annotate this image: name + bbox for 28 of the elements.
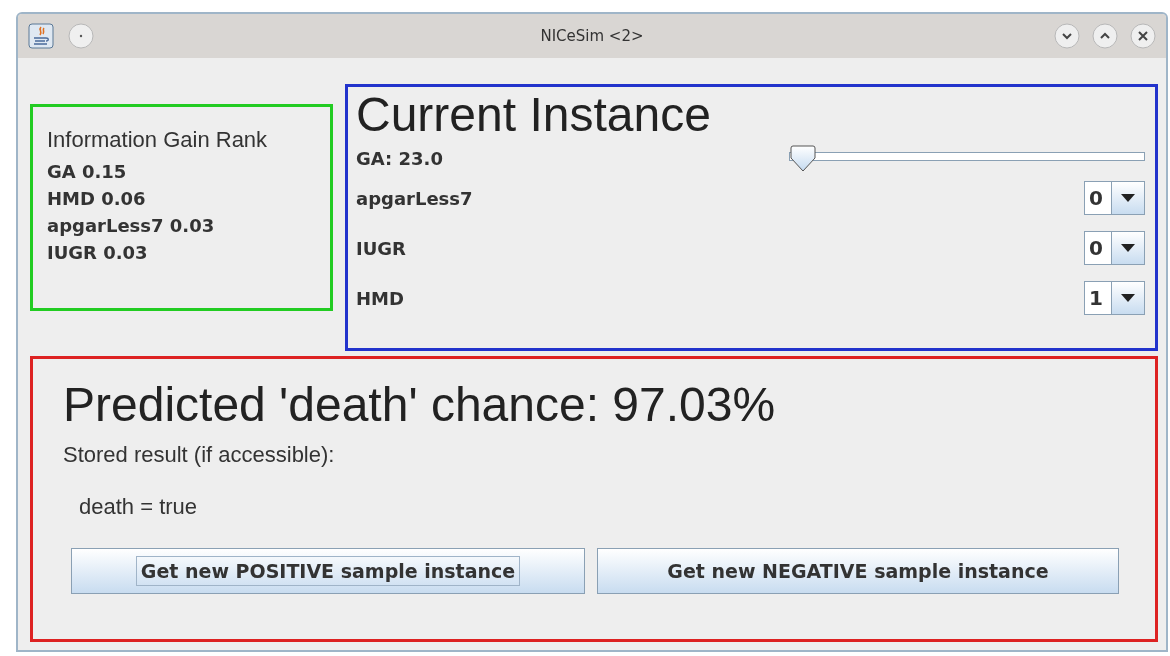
prediction-headline: Predicted 'death' chance: 97.03% — [63, 377, 777, 432]
coffee-cup-icon[interactable] — [28, 23, 54, 49]
attribute-label: HMD — [356, 287, 404, 309]
dropdown[interactable]: 0 — [1084, 181, 1145, 215]
rank-title: Information Gain Rank — [47, 127, 269, 153]
ga-slider[interactable] — [789, 145, 1145, 171]
maximize-button[interactable] — [1092, 23, 1118, 49]
sample-button[interactable]: Get new POSITIVE sample instance — [71, 548, 585, 594]
dropdown[interactable]: 0 — [1084, 231, 1145, 265]
rank-item: IUGR 0.03 — [47, 242, 149, 263]
caret-icon — [1121, 294, 1135, 302]
panel-heading: Current Instance — [356, 87, 712, 143]
minimize-button[interactable] — [1054, 23, 1080, 49]
attribute-label: IUGR — [356, 237, 406, 259]
rank-item: HMD 0.06 — [47, 188, 147, 209]
attribute-label: apgarLess7 — [356, 187, 473, 209]
window-title: NICeSim <2> — [540, 27, 644, 45]
caret-icon — [1121, 244, 1135, 252]
rank-item: apgarLess7 0.03 — [47, 215, 216, 236]
stored-result-value: death = true — [79, 494, 199, 520]
stored-result-label: Stored result (if accessible): — [63, 442, 336, 468]
dropdown[interactable]: 1 — [1084, 281, 1145, 315]
sample-button[interactable]: Get new NEGATIVE sample instance — [597, 548, 1119, 594]
close-button[interactable] — [1130, 23, 1156, 49]
attribute-label: GA: 23.0 — [356, 147, 443, 169]
rank-item: GA 0.15 — [47, 161, 128, 182]
caret-icon — [1121, 194, 1135, 202]
slider-thumb[interactable] — [789, 145, 817, 173]
